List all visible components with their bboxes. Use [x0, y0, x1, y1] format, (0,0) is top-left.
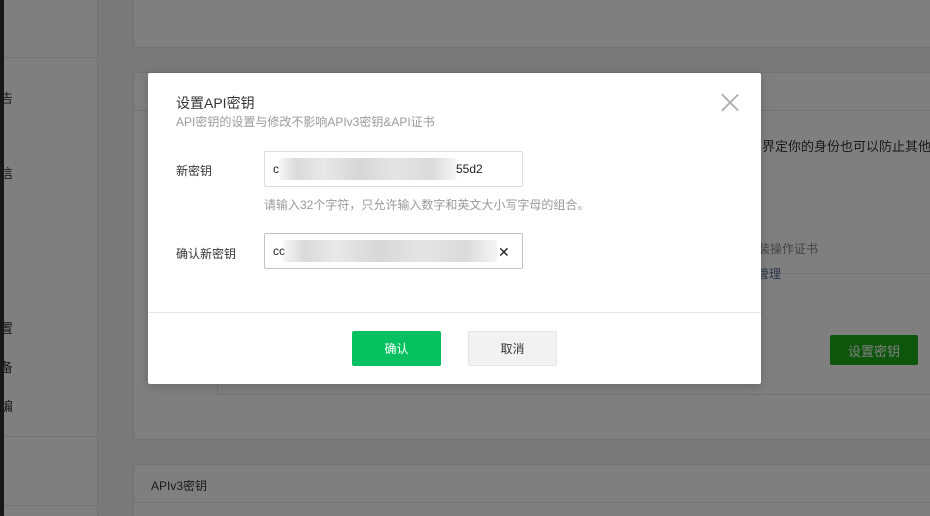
- new-key-label: 新密钥: [176, 164, 213, 178]
- redaction-blur: [279, 158, 457, 180]
- set-api-key-dialog: 设置API密钥 API密钥的设置与修改不影响APIv3密钥&API证书 新密钥 …: [148, 73, 761, 384]
- redaction-blur: [283, 240, 497, 262]
- dialog-title: 设置API密钥: [176, 95, 255, 111]
- dialog-footer: 确认 取消: [148, 312, 761, 384]
- clear-input-icon[interactable]: ✕: [498, 244, 510, 261]
- input-hint: 请输入32个字符，只允许输入数字和英文大小写字母的组合。: [264, 198, 590, 212]
- confirm-key-label: 确认新密钥: [176, 247, 237, 261]
- new-key-value-suffix: 55d2: [456, 162, 483, 176]
- close-icon[interactable]: [720, 93, 740, 113]
- new-key-input[interactable]: c 55d2: [264, 151, 523, 187]
- confirm-key-input[interactable]: cc ✕: [264, 233, 523, 269]
- confirm-button[interactable]: 确认: [352, 331, 441, 366]
- dialog-subtitle: API密钥的设置与修改不影响APIv3密钥&API证书: [176, 115, 435, 129]
- cancel-button[interactable]: 取消: [468, 331, 557, 366]
